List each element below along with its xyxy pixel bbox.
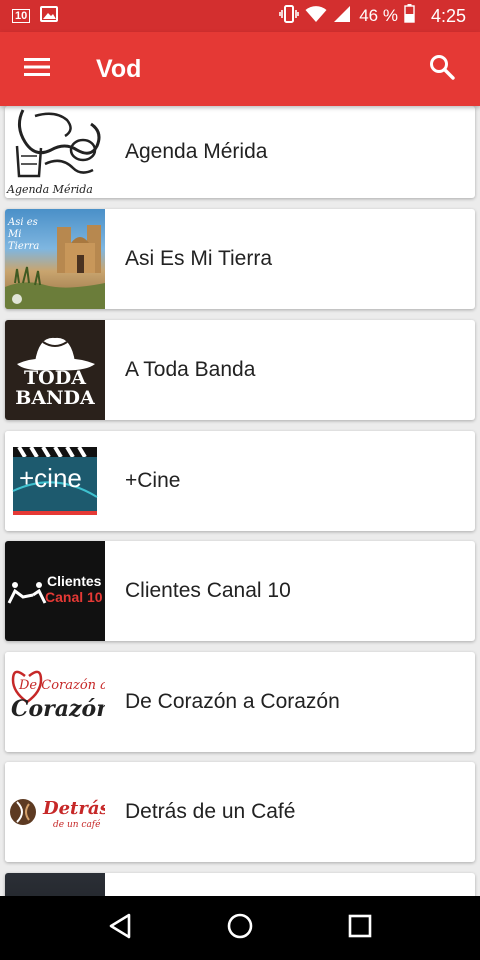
thumbnail-detras-text: Detrás [43,798,105,819]
recents-square-icon [348,914,372,943]
list-item-partial[interactable] [5,873,475,896]
menu-button[interactable] [0,32,74,106]
status-right: 46 % 4:25 [279,4,466,28]
vibrate-icon [279,4,300,28]
wifi-icon [305,5,327,28]
thumbnail-agenda-merida-text: Agenda Mérida [7,183,93,196]
app-bar: Vod [0,32,480,106]
list-item-title: +Cine [125,469,181,492]
list-item-mas-cine[interactable]: +cine +Cine [5,431,475,531]
cell-signal-icon [333,5,351,28]
thumbnail-de-corazon-text-2: Corazón [11,696,105,722]
thumbnail-de-un-cafe-text: de un café [53,820,101,830]
back-triangle-icon [108,913,132,944]
status-left: 10 [12,5,59,27]
hamburger-icon [24,57,50,82]
search-button[interactable] [418,45,466,93]
thumbnail-clientes-text: Clientes [47,573,102,589]
battery-percent: 46 % [359,6,398,25]
channel-badge: 10 [12,9,31,23]
status-bar: 10 46 % 4:25 [0,0,480,32]
page-title: Vod [96,54,142,83]
thumbnail-asi-es-mi-tierra: Asi es Mi Tierra [5,209,105,309]
thumbnail-mas-cine-text: +cine [19,463,82,493]
list-item-title: Detrás de un Café [125,800,296,823]
system-nav-bar [0,896,480,960]
list-item-title: Asi Es Mi Tierra [125,247,273,270]
list-item-agenda-merida[interactable]: Agenda Mérida Agenda Mérida [5,106,475,198]
thumbnail-mas-cine: +cine [5,431,105,531]
vod-list: Agenda Mérida Agenda Mérida Asi es Mi Ti… [0,106,480,896]
list-item-a-toda-banda[interactable]: TODA BANDA A Toda Banda [5,320,475,420]
thumbnail-de-corazon-text-1: De Corazón a [19,678,105,693]
thumbnail-a-toda-banda: TODA BANDA [5,320,105,420]
thumbnail-detras-de-un-cafe: Detrás de un café [5,762,105,862]
thumbnail-asi-es-mi-tierra-text: Asi es Mi Tierra [8,217,40,252]
thumbnail-agenda-merida: Agenda Mérida [5,106,105,198]
thumbnail-de-corazon: De Corazón a Corazón [5,652,105,752]
list-item-clientes-canal-10[interactable]: Clientes Canal 10 Clientes Canal 10 [5,541,475,641]
battery-icon [404,4,415,28]
list-item-de-corazon-a-corazon[interactable]: De Corazón a Corazón De Corazón a Corazó… [5,652,475,752]
image-notification-icon [40,5,59,27]
thumbnail-a-toda-banda-text: TODA BANDA [15,367,95,409]
list-item-title: De Corazón a Corazón [125,690,340,713]
search-icon [429,54,455,85]
list-item-title: A Toda Banda [125,358,256,381]
thumbnail-clientes-canal-10: Clientes Canal 10 [5,541,105,641]
list-item-title: Clientes Canal 10 [125,579,291,602]
recents-button[interactable] [330,898,390,958]
clock: 4:25 [430,5,466,26]
list-item-detras-de-un-cafe[interactable]: Detrás de un café Detrás de un Café [5,762,475,862]
home-circle-icon [226,912,254,945]
thumbnail-partial [5,873,105,896]
list-item-asi-es-mi-tierra[interactable]: Asi es Mi Tierra Asi Es Mi Tierra [5,209,475,309]
back-button[interactable] [90,898,150,958]
thumbnail-canal-10-text: Canal 10 [45,589,103,605]
vod-screen: 10 46 % 4:25 Vod Agenda Mérida Agenda Mé… [0,0,480,960]
home-button[interactable] [210,898,270,958]
list-item-title: Agenda Mérida [125,140,268,163]
